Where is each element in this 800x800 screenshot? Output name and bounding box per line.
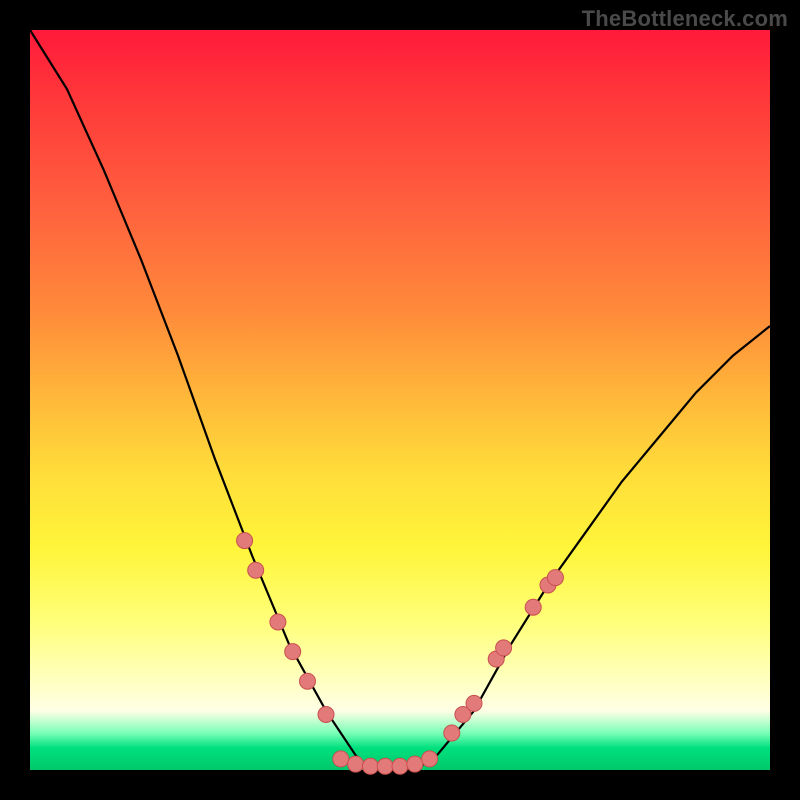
- data-marker: [422, 751, 438, 767]
- chart-svg: [30, 30, 770, 770]
- data-marker: [444, 725, 460, 741]
- marker-group: [237, 533, 564, 775]
- data-marker: [248, 562, 264, 578]
- data-marker: [348, 756, 364, 772]
- data-marker: [300, 673, 316, 689]
- data-marker: [496, 640, 512, 656]
- data-marker: [237, 533, 253, 549]
- bottleneck-curve: [30, 30, 770, 770]
- data-marker: [525, 599, 541, 615]
- data-marker: [466, 695, 482, 711]
- data-marker: [377, 758, 393, 774]
- plot-area: [30, 30, 770, 770]
- data-marker: [407, 756, 423, 772]
- data-marker: [547, 570, 563, 586]
- watermark-text: TheBottleneck.com: [582, 6, 788, 32]
- data-marker: [362, 758, 378, 774]
- chart-stage: TheBottleneck.com: [0, 0, 800, 800]
- data-marker: [270, 614, 286, 630]
- data-marker: [392, 758, 408, 774]
- data-marker: [318, 707, 334, 723]
- data-marker: [285, 644, 301, 660]
- data-marker: [333, 751, 349, 767]
